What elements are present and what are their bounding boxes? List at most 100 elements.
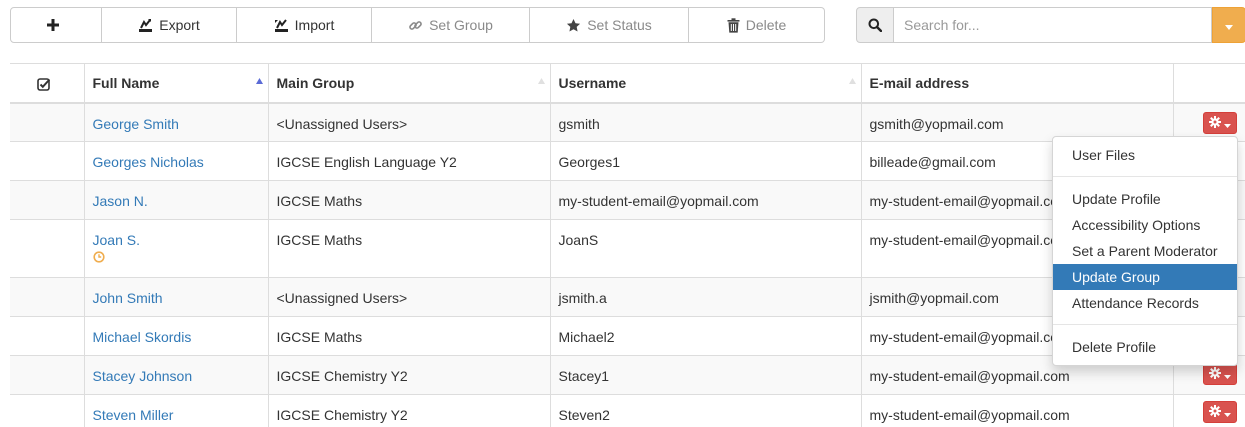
user-name-link[interactable]: Joan S. — [93, 232, 140, 248]
column-header-full-name[interactable]: Full Name — [84, 63, 269, 104]
row-actions-button[interactable] — [1203, 112, 1237, 134]
set-status-button-label: Set Status — [587, 17, 652, 33]
username-cell: jsmith.a — [550, 277, 862, 317]
row-actions-menu: User Files Update Profile Accessibility … — [1052, 136, 1238, 366]
full-name-cell: Joan S. — [84, 219, 269, 278]
export-button[interactable]: Export — [102, 7, 237, 43]
main-group-cell: IGCSE Maths — [268, 180, 551, 220]
sort-triangle-icon — [537, 71, 545, 87]
menu-item-delete-profile[interactable]: Delete Profile — [1053, 334, 1237, 360]
set-status-button[interactable]: Set Status — [530, 7, 689, 43]
chevron-down-icon — [1224, 404, 1231, 420]
gear-icon — [1209, 404, 1221, 420]
delete-button[interactable]: Delete — [689, 7, 825, 43]
star-icon — [566, 18, 581, 33]
username-cell: gsmith — [550, 102, 862, 142]
table-header-row: Full Name Main Group Username E-mail add… — [10, 63, 1245, 104]
row-select-cell[interactable] — [10, 277, 85, 317]
column-header-label: Main Group — [276, 74, 355, 91]
username-cell: Steven2 — [550, 394, 862, 427]
row-select-cell[interactable] — [10, 394, 85, 427]
main-group-cell: <Unassigned Users> — [268, 277, 551, 317]
user-name-link[interactable]: Georges Nicholas — [93, 154, 204, 170]
select-all-header[interactable] — [10, 63, 85, 104]
full-name-cell: George Smith — [84, 102, 269, 142]
menu-item-update-profile[interactable]: Update Profile — [1053, 186, 1237, 212]
export-icon — [138, 18, 153, 33]
main-group-cell: IGCSE Chemistry Y2 — [268, 394, 551, 427]
search-group — [856, 7, 1245, 43]
row-actions-button[interactable] — [1203, 363, 1237, 385]
row-select-cell[interactable] — [10, 355, 85, 395]
user-name-link[interactable]: John Smith — [93, 290, 163, 306]
full-name-cell: Georges Nicholas — [84, 141, 269, 181]
trash-icon — [727, 17, 740, 33]
user-name-link[interactable]: Jason N. — [93, 193, 148, 209]
row-actions-button[interactable] — [1203, 401, 1237, 423]
menu-item-accessibility-options[interactable]: Accessibility Options — [1053, 212, 1237, 238]
menu-item-set-parent-moderator[interactable]: Set a Parent Moderator — [1053, 238, 1237, 264]
sort-triangle-icon — [255, 71, 263, 87]
check-square-icon — [37, 75, 51, 91]
gear-icon — [1209, 366, 1221, 382]
main-group-cell: IGCSE Maths — [268, 219, 551, 278]
row-select-cell[interactable] — [10, 219, 85, 278]
full-name-cell: John Smith — [84, 277, 269, 317]
gear-icon — [1209, 115, 1221, 131]
search-input[interactable] — [894, 7, 1212, 43]
plus-icon — [46, 18, 60, 32]
menu-item-update-group[interactable]: Update Group — [1053, 264, 1237, 290]
main-group-cell: IGCSE English Language Y2 — [268, 141, 551, 181]
clock-icon — [92, 250, 260, 266]
search-icon[interactable] — [856, 7, 894, 43]
toolbar: Export Import Set Group Set Status Delet… — [10, 7, 825, 43]
chevron-down-icon — [1224, 366, 1231, 382]
set-group-button-label: Set Group — [429, 17, 493, 33]
column-header-main-group[interactable]: Main Group — [268, 63, 551, 104]
column-header-email[interactable]: E-mail address — [861, 63, 1174, 104]
user-name-link[interactable]: George Smith — [93, 116, 179, 132]
menu-item-attendance-records[interactable]: Attendance Records — [1053, 290, 1237, 316]
column-header-label: Full Name — [92, 74, 160, 91]
add-button[interactable] — [10, 7, 102, 43]
full-name-cell: Steven Miller — [84, 394, 269, 427]
chevron-down-icon — [1224, 115, 1231, 131]
menu-divider — [1053, 176, 1237, 177]
export-button-label: Export — [159, 17, 200, 33]
main-group-cell: <Unassigned Users> — [268, 102, 551, 142]
row-select-cell[interactable] — [10, 316, 85, 356]
search-options-button[interactable] — [1212, 7, 1245, 43]
username-cell: Michael2 — [550, 316, 862, 356]
delete-button-label: Delete — [745, 17, 787, 33]
import-icon — [274, 18, 289, 33]
full-name-cell: Jason N. — [84, 180, 269, 220]
import-button[interactable]: Import — [237, 7, 372, 43]
column-header-label: E-mail address — [869, 74, 970, 91]
menu-divider — [1053, 324, 1237, 325]
sort-triangle-icon — [848, 71, 856, 87]
row-select-cell[interactable] — [10, 180, 85, 220]
main-group-cell: IGCSE Chemistry Y2 — [268, 355, 551, 395]
user-name-link[interactable]: Stacey Johnson — [93, 368, 193, 384]
column-header-username[interactable]: Username — [550, 63, 862, 104]
username-cell: Stacey1 — [550, 355, 862, 395]
import-button-label: Import — [294, 17, 335, 33]
table-row: Steven Miller IGCSE Chemistry Y2 Steven2… — [10, 394, 1245, 427]
username-cell: my-student-email@yopmail.com — [550, 180, 862, 220]
username-cell: Georges1 — [550, 141, 862, 181]
link-icon — [408, 18, 423, 33]
user-name-link[interactable]: Michael Skordis — [93, 329, 192, 345]
set-group-button[interactable]: Set Group — [372, 7, 530, 43]
main-group-cell: IGCSE Maths — [268, 316, 551, 356]
email-cell: my-student-email@yopmail.com — [861, 394, 1174, 427]
full-name-cell: Michael Skordis — [84, 316, 269, 356]
username-cell: JoanS — [550, 219, 862, 278]
column-header-actions — [1173, 63, 1245, 104]
full-name-cell: Stacey Johnson — [84, 355, 269, 395]
menu-item-user-files[interactable]: User Files — [1053, 142, 1237, 168]
column-header-label: Username — [558, 74, 627, 91]
row-select-cell[interactable] — [10, 141, 85, 181]
row-select-cell[interactable] — [10, 102, 85, 142]
chevron-down-icon — [1225, 17, 1233, 33]
user-name-link[interactable]: Steven Miller — [93, 407, 174, 423]
